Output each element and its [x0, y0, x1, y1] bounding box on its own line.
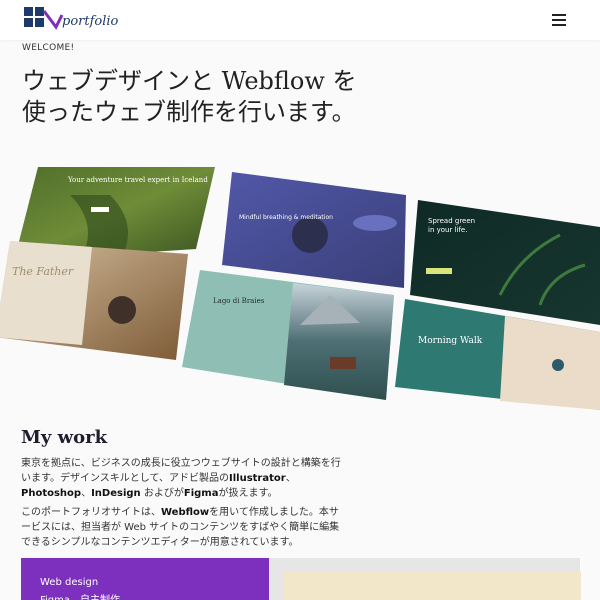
spread-green-title-1: Spread green: [428, 217, 475, 225]
para1-photoshop: Photoshop: [21, 488, 82, 499]
para1-figma: Figma: [183, 488, 219, 499]
para2-webflow: Webflow: [161, 507, 210, 518]
work-card-preview[interactable]: [269, 558, 581, 600]
spread-green-cta-button[interactable]: [426, 268, 452, 274]
para2-text-a: このポートフォリオサイトは、: [21, 507, 161, 518]
welcome-label: WELCOME!: [22, 43, 75, 53]
intro-paragraph-1: 東京を拠点に、ビジネスの成長に役立つウェブサイトの設計と構築を行います。デザイン…: [21, 456, 341, 501]
work-card-thumbnail: [283, 572, 581, 600]
para1-text-c: 、: [81, 488, 92, 499]
work-card-subtitle: Figma、自主制作: [40, 591, 120, 600]
collage-svg: Your adventure travel expert in Iceland …: [0, 167, 600, 410]
page-headline: ウェブデザインと Webflow を 使ったウェブ制作を行います。: [22, 66, 357, 128]
para1-illustrator: Illustrator: [229, 473, 286, 484]
iceland-cta-button[interactable]: [91, 207, 109, 212]
section-title-my-work: My work: [21, 427, 108, 448]
headline-line-1: ウェブデザインと Webflow を: [22, 67, 357, 95]
para1-text-d: およびが: [140, 488, 184, 499]
lago-title: Lago di Braies: [213, 297, 265, 305]
the-father-panel[interactable]: The Father: [0, 241, 188, 360]
hamburger-menu-icon[interactable]: [552, 14, 566, 26]
spread-green-title-2: in your life.: [428, 226, 467, 234]
work-card-web-design[interactable]: Web design Figma、自主制作: [21, 558, 269, 600]
meditation-title: Mindful breathing & meditation: [239, 214, 333, 221]
meditation-panel[interactable]: Mindful breathing & meditation: [222, 172, 406, 288]
morning-walk-title: Morning Walk: [418, 336, 483, 346]
logo-text[interactable]: portfolio: [62, 14, 118, 29]
intro-paragraph-2: このポートフォリオサイトは、Webflowを用いて作成しました。本サービスには、…: [21, 505, 341, 550]
headline-line-2: 使ったウェブ制作を行います。: [22, 98, 356, 126]
para1-text-e: が扱えます。: [218, 488, 278, 499]
iceland-title: Your adventure travel expert in Iceland: [67, 176, 208, 184]
work-card-title: Web design: [40, 577, 99, 588]
the-father-title: The Father: [12, 265, 74, 278]
portfolio-collage: Your adventure travel expert in Iceland …: [0, 165, 600, 410]
para1-text-b: 、: [285, 473, 296, 484]
para1-indesign: InDesign: [91, 488, 141, 499]
site-header: portfolio: [0, 0, 600, 40]
lago-di-braies-panel[interactable]: Lago di Braies: [182, 270, 394, 400]
